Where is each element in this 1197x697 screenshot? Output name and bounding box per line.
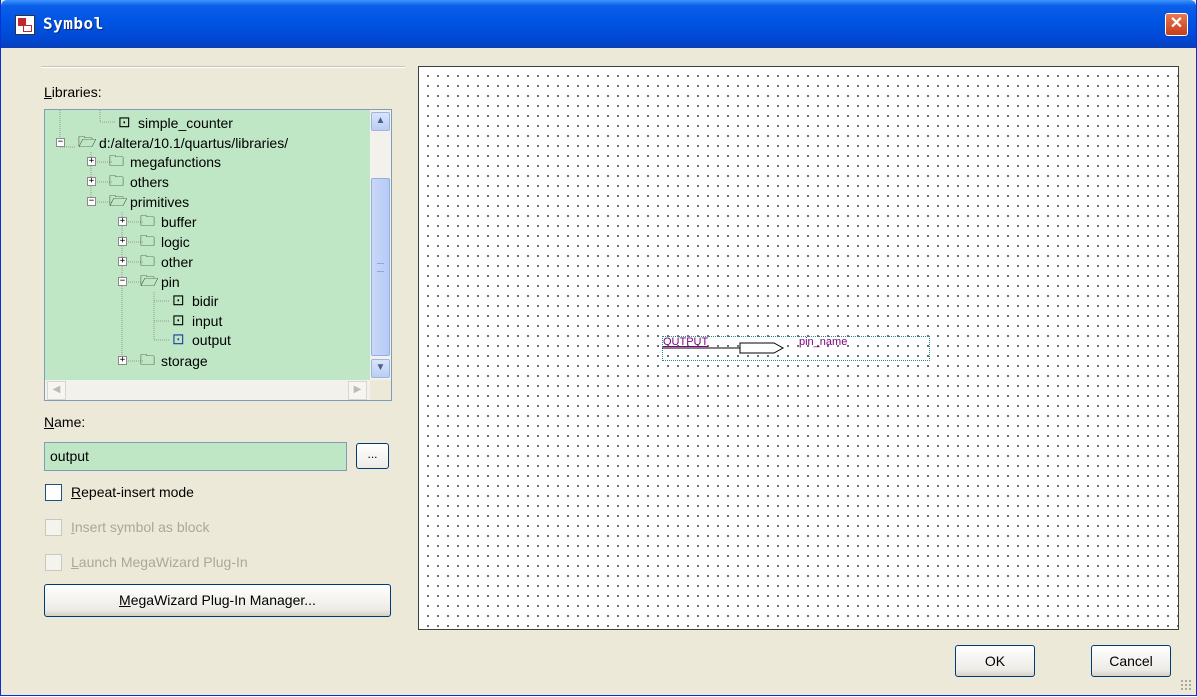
libraries-label: Libraries: xyxy=(44,84,102,100)
scroll-corner xyxy=(370,380,391,400)
launch-wizard-checkbox xyxy=(45,554,62,571)
collapse-toggle[interactable]: − xyxy=(118,277,127,286)
name-label: Name: xyxy=(44,414,86,430)
scroll-right-button[interactable]: ▶ xyxy=(348,381,367,400)
symbol-preview-canvas[interactable]: OUTPUT pin_name xyxy=(418,66,1179,630)
folder-open-icon: 🗁 xyxy=(78,134,97,151)
cancel-button[interactable]: Cancel xyxy=(1091,645,1171,677)
folder-icon: 🗀 xyxy=(140,253,156,270)
tree-content: ⊡ simple_counter − 🗁 d:/altera/10.1/quar… xyxy=(45,110,371,380)
close-button[interactable]: ✕ xyxy=(1165,13,1188,36)
expand-toggle[interactable]: + xyxy=(118,356,127,365)
symbol-icon: ⊡ xyxy=(118,114,131,131)
separator xyxy=(41,66,405,68)
symbol-app-icon xyxy=(15,15,35,35)
tree-item-buffer[interactable]: + 🗀 buffer xyxy=(45,212,371,232)
horizontal-scrollbar[interactable]: ◀ ▶ xyxy=(45,380,371,400)
tree-item-megafunctions[interactable]: + 🗀 megafunctions xyxy=(45,152,371,172)
expand-toggle[interactable]: + xyxy=(87,177,96,186)
tree-item-bidir[interactable]: ⊡ bidir xyxy=(45,291,371,311)
scroll-thumb[interactable] xyxy=(371,178,390,356)
tree-item-logic[interactable]: + 🗀 logic xyxy=(45,232,371,252)
scroll-down-button[interactable]: ▼ xyxy=(371,359,390,378)
insert-block-label: Insert symbol as block xyxy=(71,519,210,535)
tree-item-output[interactable]: ⊡ output xyxy=(45,330,371,350)
collapse-toggle[interactable]: − xyxy=(87,197,96,206)
folder-icon: 🗀 xyxy=(140,213,156,230)
expand-toggle[interactable]: + xyxy=(87,157,96,166)
repeat-insert-label[interactable]: Repeat-insert mode xyxy=(71,484,194,500)
symbol-icon: ⊡ xyxy=(172,331,185,348)
resize-grip[interactable] xyxy=(1180,679,1192,691)
scroll-left-button[interactable]: ◀ xyxy=(47,381,66,400)
tree-item-pin[interactable]: − 🗁 pin xyxy=(45,272,371,292)
megawizard-manager-button[interactable]: MegaWizard Plug-In Manager... xyxy=(44,584,391,617)
symbol-dialog: Symbol ✕ Libraries: ⊡ simple_counter − 🗁… xyxy=(0,0,1197,696)
folder-icon: 🗀 xyxy=(109,153,125,170)
symbol-icon: ⊡ xyxy=(172,292,185,309)
tree-item-other[interactable]: + 🗀 other xyxy=(45,252,371,272)
expand-toggle[interactable]: + xyxy=(118,257,127,266)
tree-item-primitives[interactable]: − 🗁 primitives xyxy=(45,192,371,212)
symbol-icon: ⊡ xyxy=(172,312,185,329)
vertical-scrollbar[interactable]: ▲ ▼ xyxy=(370,110,391,380)
launch-wizard-label: Launch MegaWizard Plug-In xyxy=(71,554,248,570)
libraries-tree[interactable]: ⊡ simple_counter − 🗁 d:/altera/10.1/quar… xyxy=(44,109,392,401)
folder-icon: 🗀 xyxy=(140,233,156,250)
folder-icon: 🗀 xyxy=(140,352,156,369)
tree-item-libraries-root[interactable]: − 🗁 d:/altera/10.1/quartus/libraries/ xyxy=(45,133,371,153)
pin-name-label: pin_name xyxy=(799,336,848,348)
collapse-toggle[interactable]: − xyxy=(56,138,65,147)
tree-item-storage[interactable]: + 🗀 storage xyxy=(45,351,371,371)
name-input[interactable]: output xyxy=(44,442,347,471)
window-title: Symbol xyxy=(43,14,104,33)
insert-block-checkbox xyxy=(45,519,62,536)
title-bar[interactable]: Symbol ✕ xyxy=(1,0,1196,48)
folder-icon: 🗀 xyxy=(109,173,125,190)
tree-item-simple-counter[interactable]: ⊡ simple_counter xyxy=(45,113,371,133)
expand-toggle[interactable]: + xyxy=(118,217,127,226)
scroll-up-button[interactable]: ▲ xyxy=(371,112,390,131)
expand-toggle[interactable]: + xyxy=(118,237,127,246)
tree-item-others[interactable]: + 🗀 others xyxy=(45,172,371,192)
folder-open-icon: 🗁 xyxy=(109,193,128,210)
tree-item-input[interactable]: ⊡ input xyxy=(45,311,371,331)
repeat-insert-checkbox[interactable] xyxy=(45,484,62,501)
ok-button[interactable]: OK xyxy=(955,645,1035,677)
folder-open-icon: 🗁 xyxy=(140,273,159,290)
browse-button[interactable]: ... xyxy=(356,443,389,469)
